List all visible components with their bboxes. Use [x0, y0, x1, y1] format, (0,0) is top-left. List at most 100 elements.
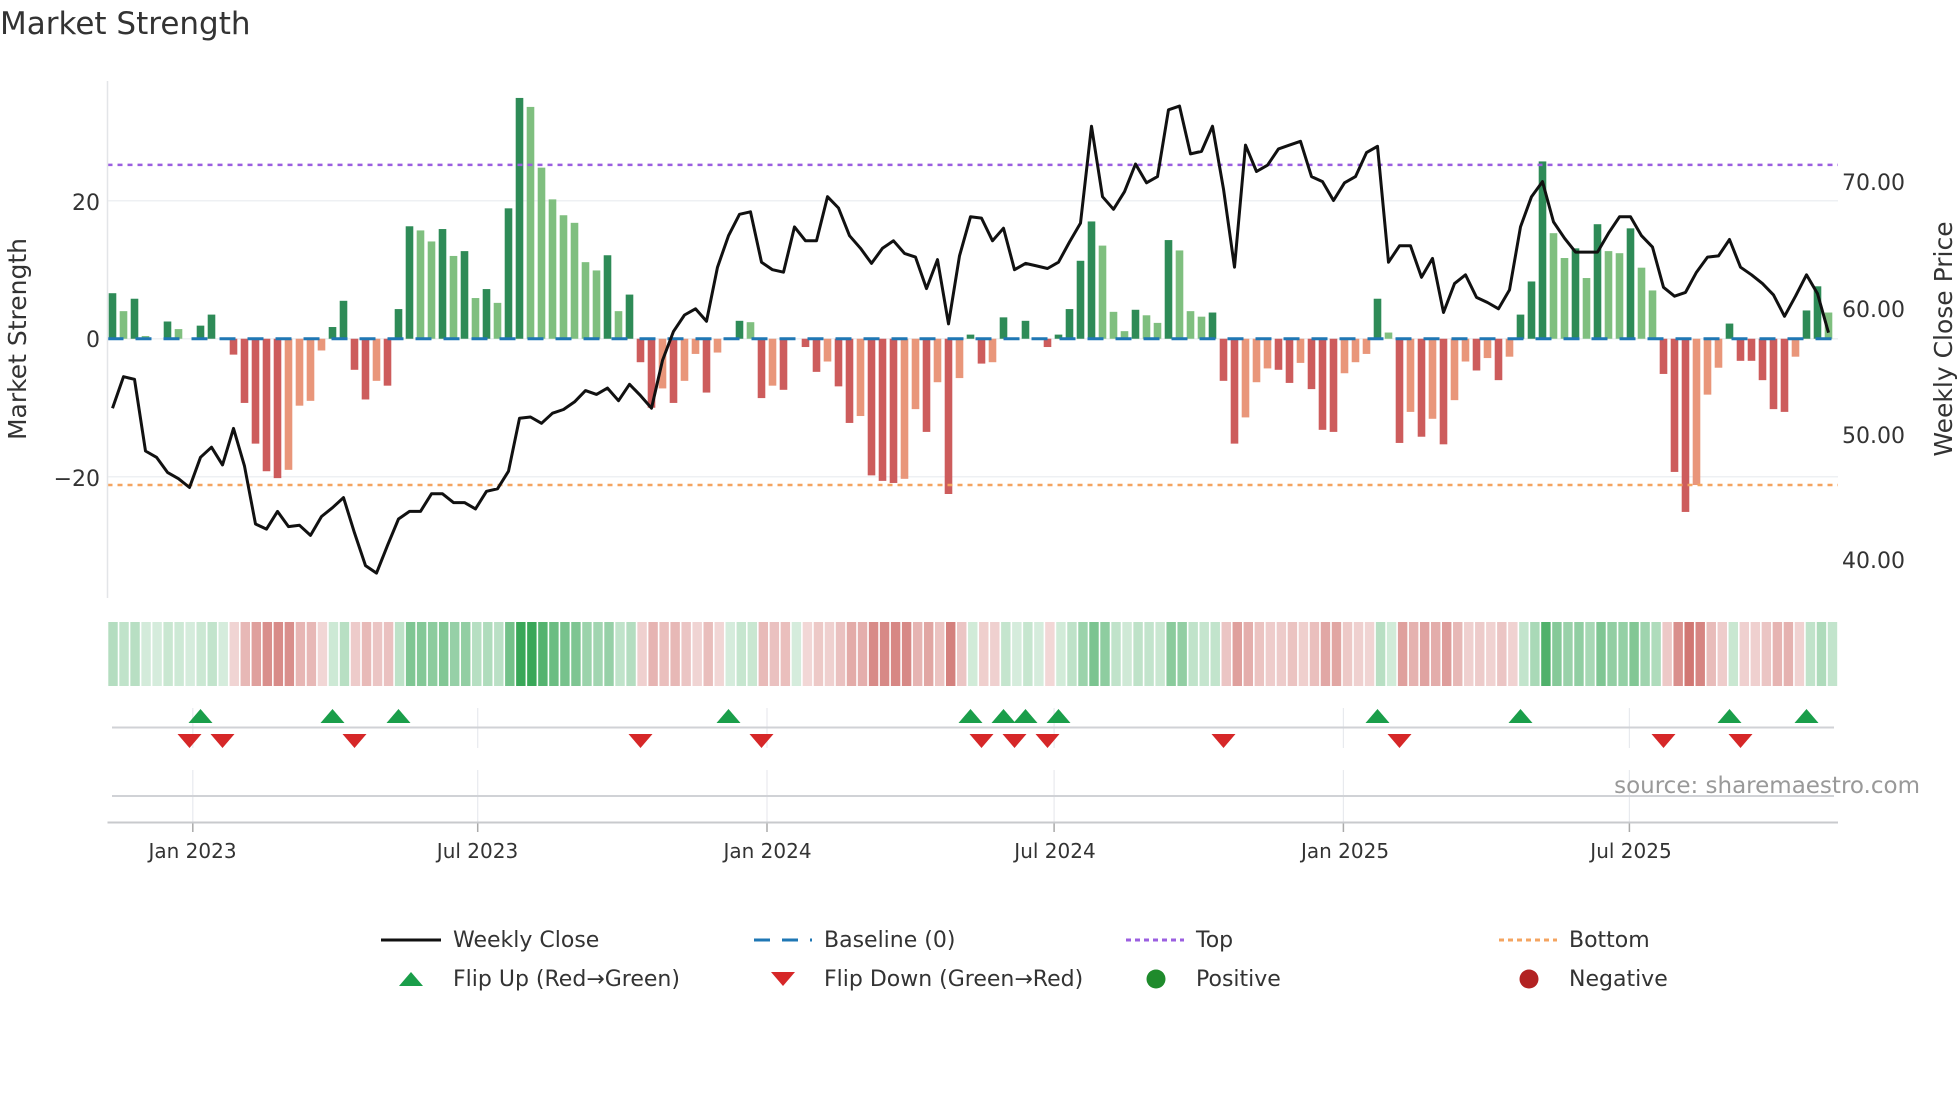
- heat-cell: [483, 622, 493, 686]
- x-tick-label: Jan 2023: [146, 839, 236, 863]
- heat-cell: [1243, 622, 1254, 686]
- strength-bar: [1087, 221, 1096, 339]
- strength-bar: [581, 262, 590, 339]
- flip-down-marker: [628, 734, 653, 748]
- strength-bar: [1153, 322, 1162, 339]
- flip-up-marker: [1013, 709, 1038, 723]
- heat-cell: [1177, 622, 1187, 686]
- strength-bar: [746, 322, 755, 339]
- strength-bar: [163, 321, 172, 339]
- strength-bar: [1142, 315, 1151, 339]
- strength-bar: [1560, 258, 1569, 339]
- strength-bar: [1318, 338, 1327, 430]
- strength-bar: [394, 309, 403, 339]
- strength-bar: [1791, 338, 1800, 357]
- strength-bar: [1802, 310, 1811, 339]
- strength-bar: [889, 338, 898, 483]
- heat-cell: [626, 622, 636, 686]
- strength-bar: [1164, 240, 1173, 339]
- heat-cell: [273, 622, 284, 686]
- strength-bar: [988, 338, 997, 363]
- legend-label: Baseline (0): [824, 927, 956, 953]
- legend-item-weekly-close[interactable]: Weekly Close: [381, 925, 599, 955]
- legend-item-negative[interactable]: Negative: [1499, 964, 1668, 994]
- legend-item-flip-down[interactable]: Flip Down (Green→Red): [754, 964, 1083, 994]
- strength-bar: [1615, 253, 1624, 339]
- y-tick-label: 0: [86, 328, 100, 353]
- heat-cell: [1629, 622, 1639, 686]
- heat-cell: [152, 622, 162, 686]
- heat-cell: [1023, 622, 1033, 686]
- heat-cell: [1276, 622, 1287, 686]
- heat-cell: [1309, 622, 1320, 686]
- flip-up-marker: [188, 709, 213, 723]
- heat-cell: [1717, 622, 1727, 686]
- strength-bar: [1175, 250, 1184, 339]
- strength-bar: [1296, 338, 1305, 363]
- legend-item-baseline[interactable]: Baseline (0): [754, 925, 955, 955]
- heat-cell: [1596, 622, 1606, 686]
- heat-cell: [681, 622, 691, 686]
- heat-cell: [284, 622, 295, 686]
- strength-bar: [1395, 338, 1404, 443]
- heat-cell: [1210, 622, 1220, 686]
- heat-cell: [516, 622, 526, 686]
- heat-cell: [163, 622, 173, 686]
- strength-bar: [1021, 320, 1030, 339]
- strength-bar: [1582, 278, 1591, 339]
- strength-bar: [1703, 338, 1712, 395]
- flip-down-marker: [1651, 734, 1676, 748]
- flip-up-marker: [1046, 709, 1071, 723]
- strength-bar: [449, 255, 458, 339]
- legend-item-bottom[interactable]: Bottom: [1499, 925, 1650, 955]
- strength-bar: [1450, 338, 1459, 401]
- circle-red-icon: [1519, 969, 1539, 989]
- strength-bar: [933, 338, 942, 383]
- heat-cell: [1640, 622, 1650, 686]
- strength-bar: [570, 222, 579, 339]
- heat-cell: [1342, 622, 1353, 686]
- x-tick-label: Jul 2023: [435, 839, 518, 863]
- heat-cell: [1816, 622, 1827, 686]
- legend-item-positive[interactable]: Positive: [1126, 964, 1281, 994]
- strength-bar: [317, 338, 326, 351]
- heat-cell: [813, 622, 824, 686]
- legend-item-flip-up[interactable]: Flip Up (Red→Green): [381, 964, 680, 994]
- heat-cell: [1375, 622, 1386, 686]
- heat-cell: [1089, 622, 1099, 686]
- heat-cell: [1430, 622, 1441, 686]
- strength-bar: [416, 230, 425, 339]
- heat-cell: [1706, 622, 1716, 686]
- strength-bar: [1131, 309, 1140, 339]
- flip-up-marker: [958, 709, 983, 723]
- heat-cell: [1783, 622, 1794, 686]
- strength-bar: [669, 338, 678, 403]
- legend-item-top[interactable]: Top: [1126, 925, 1233, 955]
- heat-cell: [560, 622, 570, 686]
- heat-cell: [758, 622, 769, 686]
- heat-cell: [1012, 622, 1022, 686]
- flip-up-marker: [1508, 709, 1533, 723]
- heat-cell: [427, 622, 438, 686]
- heat-cell: [306, 622, 317, 686]
- heat-cell: [1662, 622, 1672, 686]
- heat-cell: [1651, 622, 1661, 686]
- flip-down-marker: [342, 734, 367, 748]
- strength-bar: [1098, 245, 1107, 339]
- strength-bar: [1747, 338, 1756, 361]
- strength-bar: [1472, 338, 1481, 371]
- heat-cell: [736, 622, 746, 686]
- strength-bar: [834, 338, 843, 387]
- flip-down-marker: [210, 734, 235, 748]
- heat-cell: [527, 622, 537, 686]
- heat-cell: [1794, 622, 1805, 686]
- heat-cell: [692, 622, 702, 686]
- strength-bar: [306, 338, 315, 401]
- heat-cell: [262, 622, 273, 686]
- x-tick-label: Jan 2025: [1299, 839, 1389, 863]
- strength-bar: [1604, 251, 1613, 339]
- heat-cell: [824, 622, 835, 686]
- heat-cell: [1486, 622, 1496, 686]
- strength-bar: [1329, 338, 1338, 432]
- legend-label: Flip Up (Red→Green): [453, 966, 680, 992]
